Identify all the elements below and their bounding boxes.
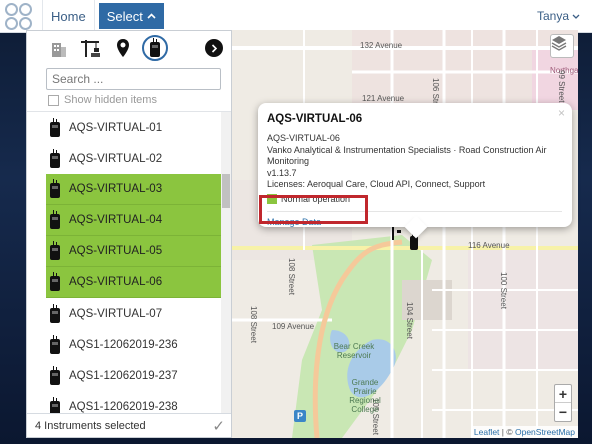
filter-instrument[interactable] — [142, 35, 168, 61]
leaflet-link[interactable]: Leaflet — [474, 427, 500, 437]
building-icon — [52, 43, 66, 57]
instrument-icon — [150, 38, 160, 57]
chevron-up-icon — [147, 13, 156, 19]
confirm-check-icon[interactable]: ✓ — [212, 417, 225, 435]
show-hidden-checkbox[interactable] — [48, 94, 59, 106]
zoom-in-button[interactable]: + — [555, 385, 571, 403]
instrument-label: AQS-VIRTUAL-02 — [69, 152, 163, 165]
chevron-right-icon — [211, 43, 217, 53]
road-label: 108 Street — [249, 306, 258, 343]
zoom-control: + − — [554, 384, 572, 422]
road-label: 109 Avenue — [272, 322, 315, 331]
instrument-list-item[interactable]: AQS-VIRTUAL-01 — [27, 112, 231, 143]
instrument-label: AQS-VIRTUAL-05 — [69, 245, 163, 257]
osm-link[interactable]: OpenStreetMap — [515, 427, 575, 437]
instrument-list-item[interactable]: AQS-VIRTUAL-06 — [46, 267, 221, 298]
parking-icon: P — [294, 410, 306, 422]
road-label: 132 Avenue — [360, 41, 403, 50]
app-logo[interactable] — [0, 0, 42, 33]
road-label: 104 Street — [405, 302, 414, 339]
road-label: 116 Avenue — [468, 241, 510, 250]
instrument-list-item[interactable]: AQS1-12062019-237 — [27, 360, 231, 391]
road-label: 108 Street — [287, 258, 296, 295]
map-base — [232, 30, 578, 438]
list-scrollbar[interactable] — [221, 112, 231, 415]
popup-title: AQS-VIRTUAL-06 — [267, 113, 363, 125]
road-label: 121 Avenue — [362, 94, 405, 103]
instrument-label: AQS-VIRTUAL-07 — [69, 307, 163, 320]
filter-location[interactable] — [110, 35, 136, 61]
instrument-label: AQS-VIRTUAL-03 — [69, 183, 163, 195]
instrument-icon — [50, 148, 60, 168]
popup-version: v1.13.7 — [267, 167, 297, 178]
instrument-icon — [50, 303, 60, 323]
layers-icon — [551, 36, 567, 51]
instrument-icon — [50, 210, 60, 229]
instrument-panel: Search ... Show hidden items AQS-VIRTUAL… — [26, 30, 232, 438]
road-label: 100 Street — [499, 272, 508, 309]
park-label: Bear Creek Reservoir — [333, 342, 375, 360]
zoom-out-button[interactable]: − — [555, 403, 571, 421]
nav-select-menu[interactable]: Select — [98, 3, 164, 29]
instrument-label: AQS-VIRTUAL-04 — [69, 214, 163, 226]
popup-licenses: Licenses: Aeroqual Care, Cloud API, Conn… — [267, 179, 486, 189]
selection-count: 4 Instruments selected — [35, 419, 146, 432]
next-button[interactable] — [205, 39, 223, 57]
instrument-icon — [50, 179, 60, 198]
instrument-icon — [50, 272, 60, 291]
college-label: Grande Prairie Regional College — [349, 378, 381, 414]
filter-toolbar — [27, 31, 231, 65]
instrument-list-item[interactable]: AQS-VIRTUAL-04 — [46, 205, 221, 236]
scrollbar-thumb[interactable] — [222, 174, 230, 208]
filter-construction[interactable] — [78, 35, 104, 61]
map-view[interactable]: 132 Avenue Northga 121 Avenue 116 Avenue… — [232, 30, 578, 438]
user-name: Tanya — [536, 9, 569, 23]
instrument-label: AQS1-12062019-238 — [69, 400, 178, 413]
crane-icon — [81, 40, 100, 57]
map-attribution: Leaflet | © OpenStreetMap — [470, 426, 578, 438]
user-menu[interactable]: Tanya — [537, 9, 580, 23]
chevron-down-icon — [572, 14, 580, 19]
instrument-icon — [50, 334, 60, 354]
panel-footer: 4 Instruments selected ✓ — [27, 413, 231, 437]
attribution-separator: | © — [499, 427, 515, 437]
search-placeholder: Search ... — [52, 72, 104, 86]
instrument-icon — [50, 117, 60, 137]
instrument-label: AQS1-12062019-236 — [69, 338, 178, 351]
road-label: 99 Street — [557, 70, 566, 103]
instrument-list-item[interactable]: AQS-VIRTUAL-03 — [46, 174, 221, 205]
nav-home-link[interactable]: Home — [42, 0, 95, 33]
instrument-label: AQS-VIRTUAL-06 — [69, 276, 163, 288]
instrument-list-item[interactable]: AQS1-12062019-238 — [27, 391, 231, 415]
filter-building[interactable] — [46, 35, 72, 61]
popup-instrument-name: AQS-VIRTUAL-06 — [267, 133, 340, 143]
nav-select-label: Select — [106, 8, 143, 24]
instrument-list-item[interactable]: AQS-VIRTUAL-07 — [27, 298, 231, 329]
annotation-highlight-box — [259, 195, 368, 224]
popup-organization: Vanko Analytical & Instrumentation Speci… — [267, 144, 547, 167]
map-pin-icon — [117, 39, 129, 57]
instrument-label: AQS-VIRTUAL-01 — [69, 121, 163, 134]
instrument-label: AQS1-12062019-237 — [69, 369, 178, 382]
instrument-list-item[interactable]: AQS-VIRTUAL-02 — [27, 143, 231, 174]
instrument-list-item[interactable]: AQS-VIRTUAL-05 — [46, 236, 221, 267]
instrument-list-item[interactable]: AQS1-12062019-236 — [27, 329, 231, 360]
instrument-list: AQS-VIRTUAL-01 AQS-VIRTUAL-02 AQS-VIRTUAL-… — [27, 111, 231, 415]
instrument-icon — [50, 241, 60, 260]
layers-button[interactable] — [550, 34, 574, 58]
show-hidden-label: Show hidden items — [64, 94, 157, 106]
show-hidden-toggle[interactable]: Show hidden items — [27, 90, 231, 110]
search-input[interactable]: Search ... — [46, 68, 221, 90]
top-bar: Home Select Tanya — [0, 0, 592, 33]
instrument-icon — [50, 365, 60, 385]
close-icon[interactable]: × — [558, 106, 565, 120]
